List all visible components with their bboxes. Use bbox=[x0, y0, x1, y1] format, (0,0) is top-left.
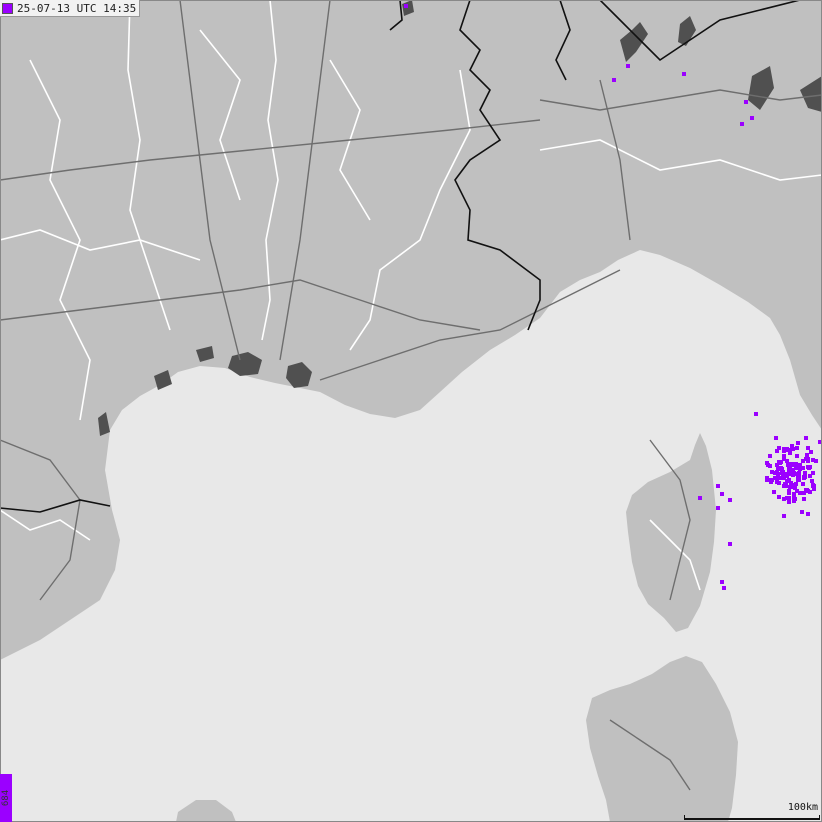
lightning-strike-mark bbox=[780, 467, 784, 471]
timestamp-text: 25-07-13 UTC 14:35 bbox=[17, 1, 137, 15]
lightning-strike-mark bbox=[716, 506, 720, 510]
lightning-strike-mark bbox=[780, 471, 784, 475]
lightning-strike-mark bbox=[774, 436, 778, 440]
lightning-strike-mark bbox=[798, 491, 802, 495]
lightning-strike-mark bbox=[784, 483, 788, 487]
lightning-strike-mark bbox=[804, 436, 808, 440]
lightning-strike-mark bbox=[744, 100, 748, 104]
lightning-strike-mark bbox=[765, 476, 769, 480]
lightning-strike-mark bbox=[796, 441, 800, 445]
lightning-strike-mark bbox=[716, 484, 720, 488]
scale-bar: 100km bbox=[684, 802, 820, 820]
lightning-strike-mark bbox=[800, 510, 804, 514]
scale-label: 100km bbox=[787, 802, 818, 813]
lightning-strike-mark bbox=[787, 496, 791, 500]
lightning-strike-mark bbox=[812, 487, 816, 491]
lightning-strike-mark bbox=[805, 453, 809, 457]
lightning-strike-mark bbox=[791, 468, 795, 472]
lightning-strike-mark bbox=[795, 446, 799, 450]
lightning-strike-mark bbox=[797, 475, 801, 479]
lightning-strike-mark bbox=[782, 514, 786, 518]
lightning-strike-mark bbox=[720, 492, 724, 496]
lightning-strike-mark bbox=[770, 470, 774, 474]
lightning-strike-mark bbox=[626, 64, 630, 68]
lightning-strike-mark bbox=[722, 586, 726, 590]
lightning-strike-mark bbox=[788, 485, 792, 489]
lightning-strike-mark bbox=[775, 470, 779, 474]
lightning-strike-mark bbox=[806, 459, 810, 463]
lightning-strike-mark bbox=[788, 451, 792, 455]
lightning-strike-mark bbox=[788, 472, 792, 476]
lightning-strike-mark bbox=[765, 461, 769, 465]
timestamp-label: 25-07-13 UTC 14:35 bbox=[0, 0, 141, 17]
lightning-strike-mark bbox=[794, 482, 798, 486]
lightning-strike-mark bbox=[728, 542, 732, 546]
lightning-strike-mark bbox=[787, 462, 791, 466]
lightning-strike-mark bbox=[795, 454, 799, 458]
strike-count-text: 684 bbox=[1, 789, 12, 807]
lightning-strike-mark bbox=[740, 122, 744, 126]
lightning-strike-mark bbox=[404, 4, 408, 8]
lightning-strike-mark bbox=[810, 479, 814, 483]
lightning-strike-mark bbox=[782, 497, 786, 501]
lightning-strike-mark bbox=[790, 444, 794, 448]
lightning-strike-mark bbox=[779, 460, 783, 464]
lightning-strike-mark bbox=[720, 580, 724, 584]
lightning-strike-mark bbox=[806, 512, 810, 516]
lightning-strike-mark bbox=[787, 491, 791, 495]
lightning-strike-mark bbox=[682, 72, 686, 76]
lightning-strike-mark bbox=[768, 454, 772, 458]
lightning-strike-mark bbox=[803, 474, 807, 478]
lightning-strike-mark bbox=[804, 488, 808, 492]
lightning-strike-mark bbox=[777, 495, 781, 499]
lightning-strike-mark bbox=[698, 496, 702, 500]
lightning-strike-mark bbox=[798, 463, 802, 467]
lightning-strike-mark bbox=[792, 492, 796, 496]
lightning-strike-mark bbox=[808, 465, 812, 469]
lightning-strike-mark bbox=[806, 446, 810, 450]
lightning-strike-mark bbox=[811, 458, 815, 462]
strike-counter: 684 bbox=[0, 774, 12, 822]
lightning-strike-mark bbox=[794, 462, 798, 466]
lightning-strike-mark bbox=[811, 483, 815, 487]
lightning-strike-mark bbox=[778, 476, 782, 480]
lightning-strike-mark bbox=[802, 497, 806, 501]
lightning-strike-mark bbox=[612, 78, 616, 82]
lightning-strike-mark bbox=[775, 449, 779, 453]
lightning-strike-mark bbox=[801, 482, 805, 486]
lightning-strike-mark bbox=[777, 481, 781, 485]
lightning-strike-mark bbox=[728, 498, 732, 502]
lightning-strike-mark bbox=[787, 500, 791, 504]
lightning-strike-mark bbox=[773, 476, 777, 480]
map-canvas[interactable] bbox=[0, 0, 822, 822]
lightning-strike-mark bbox=[750, 116, 754, 120]
lightning-strike-mark bbox=[772, 490, 776, 494]
lightning-strike-mark bbox=[809, 450, 813, 454]
lightning-strike-mark bbox=[787, 478, 791, 482]
lightning-strike-mark bbox=[808, 474, 812, 478]
color-swatch-icon bbox=[2, 2, 13, 14]
scale-bar-line bbox=[684, 815, 820, 820]
lightning-strike-mark bbox=[754, 412, 758, 416]
